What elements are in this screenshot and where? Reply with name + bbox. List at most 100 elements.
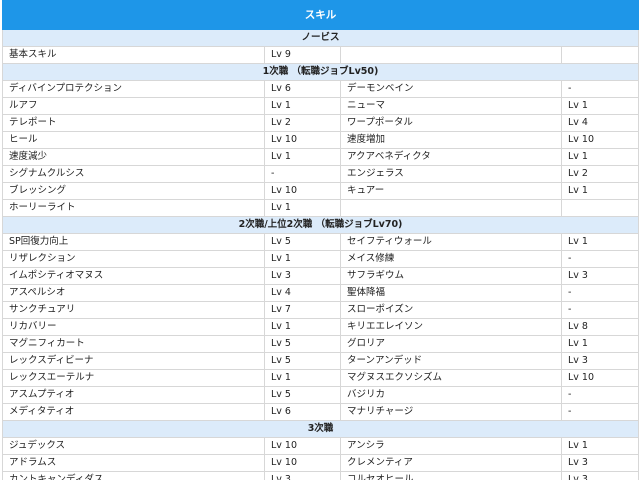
skill-level-cell: Lv 6 bbox=[264, 80, 341, 98]
skill-name-cell: マグヌスエクソシズム bbox=[340, 369, 562, 387]
skill-level-cell: Lv 10 bbox=[561, 369, 639, 387]
skill-name-cell: ホーリーライト bbox=[2, 199, 265, 217]
skill-level-cell: Lv 3 bbox=[264, 471, 341, 480]
skill-row: レックスディビーナ Lv 5 ターンアンデッド Lv 3 bbox=[2, 352, 639, 370]
skill-name-cell: 速度増加 bbox=[340, 131, 562, 149]
section-header-row: 3次職 bbox=[2, 420, 639, 438]
skill-level-cell: Lv 7 bbox=[264, 301, 341, 319]
skill-name-cell: リカバリー bbox=[2, 318, 265, 336]
skill-level-cell: - bbox=[561, 250, 639, 268]
skill-row: ホーリーライト Lv 1 bbox=[2, 199, 639, 217]
skill-name-cell: サフラギウム bbox=[340, 267, 562, 285]
skill-row: イムポシティオマヌス Lv 3 サフラギウム Lv 3 bbox=[2, 267, 639, 285]
skill-name-cell bbox=[340, 199, 562, 217]
skill-level-cell: Lv 10 bbox=[264, 454, 341, 472]
skill-level-cell: Lv 3 bbox=[561, 471, 639, 480]
skill-name-cell: コルセオヒール bbox=[340, 471, 562, 480]
skill-level-cell: Lv 6 bbox=[264, 403, 341, 421]
skill-row: レックスエーテルナ Lv 1 マグヌスエクソシズム Lv 10 bbox=[2, 369, 639, 387]
skill-level-cell: Lv 8 bbox=[561, 318, 639, 336]
skill-name-cell: テレポート bbox=[2, 114, 265, 132]
skill-level-cell bbox=[561, 46, 639, 64]
skill-table: スキル ノービス 基本スキル Lv 9 1次職 （転職ジョブLv50) ディバインプロテ… bbox=[2, 0, 639, 480]
skill-row: リザレクション Lv 1 メイス修練 - bbox=[2, 250, 639, 268]
skill-level-cell: Lv 1 bbox=[561, 437, 639, 455]
skill-name-cell: SP回復力向上 bbox=[2, 233, 265, 251]
skill-name-cell: クレメンティア bbox=[340, 454, 562, 472]
skill-level-cell: Lv 3 bbox=[561, 454, 639, 472]
skill-name-cell: リザレクション bbox=[2, 250, 265, 268]
skill-level-cell: Lv 5 bbox=[264, 386, 341, 404]
skill-level-cell: Lv 5 bbox=[264, 335, 341, 353]
skill-name-cell: 聖体降福 bbox=[340, 284, 562, 302]
skill-level-cell: Lv 3 bbox=[561, 267, 639, 285]
section-heading: 3次職 bbox=[2, 420, 639, 438]
skill-level-cell: Lv 1 bbox=[264, 318, 341, 336]
skill-row: テレポート Lv 2 ワープポータル Lv 4 bbox=[2, 114, 639, 132]
table-title: スキル bbox=[2, 0, 639, 30]
skill-level-cell: - bbox=[561, 386, 639, 404]
section-header-row: ノービス bbox=[2, 29, 639, 47]
skill-name-cell: ヒール bbox=[2, 131, 265, 149]
skill-name-cell: デーモンベイン bbox=[340, 80, 562, 98]
skill-level-cell: - bbox=[561, 80, 639, 98]
skill-name-cell: キリエエレイソン bbox=[340, 318, 562, 336]
skill-name-cell: アドラムス bbox=[2, 454, 265, 472]
section-heading: 1次職 （転職ジョブLv50) bbox=[2, 63, 639, 81]
skill-name-cell: ターンアンデッド bbox=[340, 352, 562, 370]
skill-row: SP回復力向上 Lv 5 セイフティウォール Lv 1 bbox=[2, 233, 639, 251]
skill-row: ルアフ Lv 1 ニューマ Lv 1 bbox=[2, 97, 639, 115]
skill-row: ディバインプロテクション Lv 6 デーモンベイン - bbox=[2, 80, 639, 98]
skill-name-cell: レックスディビーナ bbox=[2, 352, 265, 370]
skill-level-cell: Lv 1 bbox=[264, 369, 341, 387]
skill-level-cell: - bbox=[264, 165, 341, 183]
section-heading: ノービス bbox=[2, 29, 639, 47]
skill-name-cell: シグナムクルシス bbox=[2, 165, 265, 183]
skill-level-cell: Lv 1 bbox=[561, 335, 639, 353]
skill-level-cell: Lv 1 bbox=[561, 182, 639, 200]
skill-level-cell: Lv 1 bbox=[264, 199, 341, 217]
skill-level-cell: Lv 4 bbox=[561, 114, 639, 132]
skill-level-cell: Lv 1 bbox=[264, 148, 341, 166]
skill-name-cell: ブレッシング bbox=[2, 182, 265, 200]
skill-name-cell: メディタティオ bbox=[2, 403, 265, 421]
skill-name-cell: セイフティウォール bbox=[340, 233, 562, 251]
skill-name-cell bbox=[340, 46, 562, 64]
skill-level-cell: Lv 10 bbox=[561, 131, 639, 149]
skill-row: サンクチュアリ Lv 7 スローポイズン - bbox=[2, 301, 639, 319]
skill-name-cell: アスムプティオ bbox=[2, 386, 265, 404]
skill-level-cell: Lv 3 bbox=[561, 352, 639, 370]
skill-row: アスペルシオ Lv 4 聖体降福 - bbox=[2, 284, 639, 302]
skill-level-cell: - bbox=[561, 301, 639, 319]
skill-level-cell: Lv 9 bbox=[264, 46, 341, 64]
skill-table-container: スキル ノービス 基本スキル Lv 9 1次職 （転職ジョブLv50) ディバインプロテ… bbox=[0, 0, 640, 480]
skill-row: シグナムクルシス - エンジェラス Lv 2 bbox=[2, 165, 639, 183]
skill-name-cell: マナリチャージ bbox=[340, 403, 562, 421]
skill-name-cell: スローポイズン bbox=[340, 301, 562, 319]
skill-name-cell: バジリカ bbox=[340, 386, 562, 404]
skill-level-cell: - bbox=[561, 284, 639, 302]
skill-row: ヒール Lv 10 速度増加 Lv 10 bbox=[2, 131, 639, 149]
skill-name-cell: サンクチュアリ bbox=[2, 301, 265, 319]
skill-row: メディタティオ Lv 6 マナリチャージ - bbox=[2, 403, 639, 421]
skill-name-cell: ルアフ bbox=[2, 97, 265, 115]
skill-row: ブレッシング Lv 10 キュアー Lv 1 bbox=[2, 182, 639, 200]
skill-row: アドラムス Lv 10 クレメンティア Lv 3 bbox=[2, 454, 639, 472]
skill-level-cell: Lv 5 bbox=[264, 233, 341, 251]
skill-level-cell: Lv 10 bbox=[264, 182, 341, 200]
skill-name-cell: レックスエーテルナ bbox=[2, 369, 265, 387]
skill-name-cell: アンシラ bbox=[340, 437, 562, 455]
skill-level-cell: Lv 2 bbox=[561, 165, 639, 183]
skill-name-cell: キュアー bbox=[340, 182, 562, 200]
skill-name-cell: カントキャンディダス bbox=[2, 471, 265, 480]
section-header-row: 2次職/上位2次職 （転職ジョブLv70) bbox=[2, 216, 639, 234]
skill-name-cell: グロリア bbox=[340, 335, 562, 353]
skill-row: ジュデックス Lv 10 アンシラ Lv 1 bbox=[2, 437, 639, 455]
skill-level-cell: Lv 1 bbox=[264, 250, 341, 268]
skill-name-cell: アスペルシオ bbox=[2, 284, 265, 302]
skill-level-cell: Lv 3 bbox=[264, 267, 341, 285]
section-header-row: 1次職 （転職ジョブLv50) bbox=[2, 63, 639, 81]
skill-name-cell: ニューマ bbox=[340, 97, 562, 115]
skill-name-cell: アクアベネディクタ bbox=[340, 148, 562, 166]
skill-name-cell: ジュデックス bbox=[2, 437, 265, 455]
